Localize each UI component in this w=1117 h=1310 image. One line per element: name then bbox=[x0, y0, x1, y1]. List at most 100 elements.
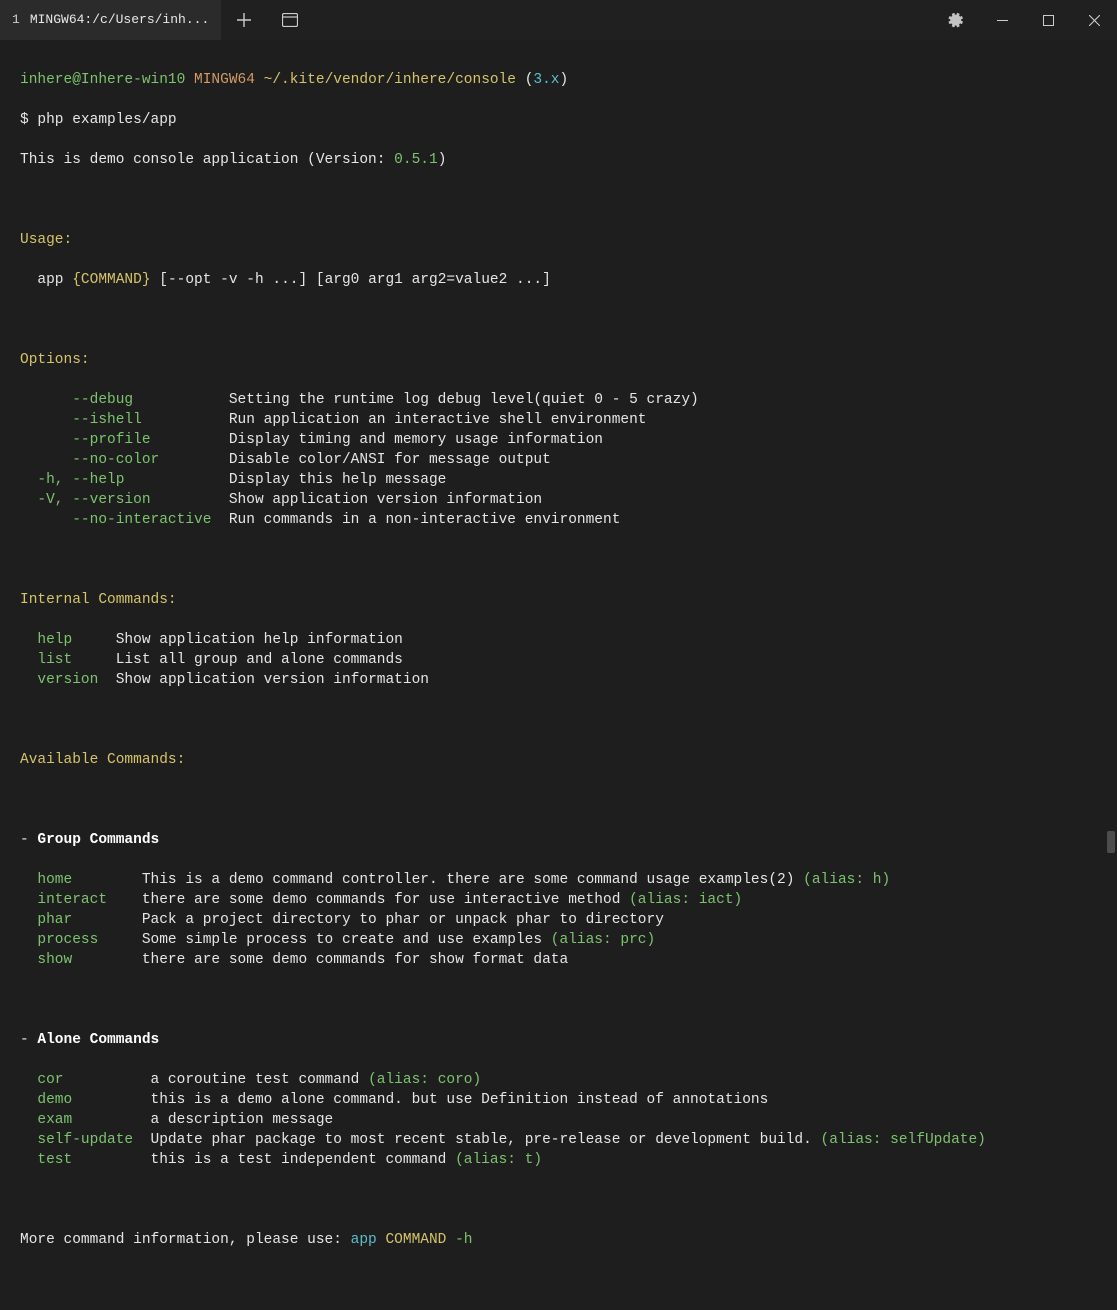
tab-dropdown-button[interactable] bbox=[267, 0, 313, 40]
command-desc: this is a test independent command bbox=[133, 1152, 455, 1168]
blank bbox=[20, 1190, 1097, 1210]
list-item: exam a description message bbox=[20, 1110, 1097, 1130]
command-name: process bbox=[20, 932, 124, 948]
command-name: self-update bbox=[20, 1132, 133, 1148]
available-header: Available Commands: bbox=[20, 750, 1097, 770]
panes-icon bbox=[282, 13, 298, 27]
tab-active[interactable]: 1 MINGW64:/c/Users/inh... bbox=[0, 0, 221, 40]
group-commands-header: - - Group CommandsGroup Commands bbox=[20, 830, 1097, 850]
command-name: --ishell bbox=[20, 412, 211, 428]
list-item: home This is a demo command controller. … bbox=[20, 870, 1097, 890]
command-desc: Run application an interactive shell env… bbox=[211, 412, 646, 428]
list-item: cor a coroutine test command (alias: cor… bbox=[20, 1070, 1097, 1090]
entered-command: php examples/app bbox=[37, 112, 176, 128]
internal-list: help Show application help information l… bbox=[20, 630, 1097, 690]
list-item: phar Pack a project directory to phar or… bbox=[20, 910, 1097, 930]
settings-button[interactable] bbox=[933, 0, 979, 40]
command-desc: a coroutine test command bbox=[133, 1072, 368, 1088]
command-desc: This is a demo command controller. there… bbox=[124, 872, 803, 888]
command-name: --profile bbox=[20, 432, 211, 448]
list-item: --profile Display timing and memory usag… bbox=[20, 430, 1097, 450]
command-alias: (alias: selfUpdate) bbox=[821, 1132, 986, 1148]
command-alias: (alias: t) bbox=[455, 1152, 542, 1168]
options-list: --debug Setting the runtime log debug le… bbox=[20, 390, 1097, 530]
gear-icon bbox=[948, 12, 964, 28]
prompt-env: MINGW64 bbox=[194, 72, 255, 88]
maximize-button[interactable] bbox=[1025, 0, 1071, 40]
command-name: show bbox=[20, 952, 124, 968]
tab-title: MINGW64:/c/Users/inh... bbox=[30, 10, 209, 30]
list-item: show there are some demo commands for sh… bbox=[20, 950, 1097, 970]
scrollbar-thumb[interactable] bbox=[1107, 831, 1115, 853]
command-desc: Pack a project directory to phar or unpa… bbox=[124, 912, 664, 928]
list-item: interact there are some demo commands fo… bbox=[20, 890, 1097, 910]
command-name: -V, --version bbox=[20, 492, 211, 508]
prompt-user: inhere@Inhere-win10 bbox=[20, 72, 185, 88]
group-commands-title2: Group Commands bbox=[37, 832, 159, 848]
command-desc: Display this help message bbox=[211, 472, 446, 488]
app-desc-prefix: This is demo console application (Versio… bbox=[20, 152, 394, 168]
app-description: This is demo console application (Versio… bbox=[20, 150, 1097, 170]
window-controls bbox=[979, 0, 1117, 40]
command-name: exam bbox=[20, 1112, 133, 1128]
command-name: --no-interactive bbox=[20, 512, 211, 528]
blank bbox=[20, 190, 1097, 210]
options-header: Options: bbox=[20, 350, 1097, 370]
list-item: --ishell Run application an interactive … bbox=[20, 410, 1097, 430]
more-info-prefix: More command information, please use: bbox=[20, 1232, 351, 1248]
blank bbox=[20, 710, 1097, 730]
close-icon bbox=[1089, 15, 1100, 26]
command-desc: Setting the runtime log debug level(quie… bbox=[211, 392, 698, 408]
blank bbox=[20, 990, 1097, 1010]
usage-header: Usage: bbox=[20, 230, 1097, 250]
list-item: --debug Setting the runtime log debug le… bbox=[20, 390, 1097, 410]
command-name: version bbox=[20, 672, 98, 688]
app-desc-suffix: ) bbox=[438, 152, 447, 168]
internal-header: Internal Commands: bbox=[20, 590, 1097, 610]
list-item: -h, --help Display this help message bbox=[20, 470, 1097, 490]
list-item: demo this is a demo alone command. but u… bbox=[20, 1090, 1097, 1110]
command-name: list bbox=[20, 652, 98, 668]
list-item: list List all group and alone commands bbox=[20, 650, 1097, 670]
terminal-area[interactable]: inhere@Inhere-win10 MINGW64 ~/.kite/vend… bbox=[0, 40, 1117, 865]
prompt-path: ~/.kite/vendor/inhere/console bbox=[264, 72, 516, 88]
list-item: self-update Update phar package to most … bbox=[20, 1130, 1097, 1150]
command-desc: Run commands in a non-interactive enviro… bbox=[211, 512, 620, 528]
command-desc: this is a demo alone command. but use De… bbox=[133, 1092, 768, 1108]
blank bbox=[20, 790, 1097, 810]
command-alias: (alias: h) bbox=[803, 872, 890, 888]
command-name: interact bbox=[20, 892, 124, 908]
minimize-button[interactable] bbox=[979, 0, 1025, 40]
list-item: test this is a test independent command … bbox=[20, 1150, 1097, 1170]
command-desc: Show application help information bbox=[98, 632, 403, 648]
prompt-branch: 3.x bbox=[533, 72, 559, 88]
command-desc: Some simple process to create and use ex… bbox=[124, 932, 550, 948]
usage-line: app {COMMAND} [--opt -v -h ...] [arg0 ar… bbox=[20, 270, 1097, 290]
usage-command-token: {COMMAND} bbox=[72, 272, 150, 288]
usage-prefix: app bbox=[20, 272, 72, 288]
list-item: process Some simple process to create an… bbox=[20, 930, 1097, 950]
bullet: - bbox=[20, 832, 37, 848]
close-button[interactable] bbox=[1071, 0, 1117, 40]
command-name: demo bbox=[20, 1092, 133, 1108]
list-item: --no-interactive Run commands in a non-i… bbox=[20, 510, 1097, 530]
command-alias: (alias: prc) bbox=[551, 932, 655, 948]
command-desc: a description message bbox=[133, 1112, 333, 1128]
command-desc: there are some demo commands for show fo… bbox=[124, 952, 568, 968]
prompt-line: inhere@Inhere-win10 MINGW64 ~/.kite/vend… bbox=[20, 70, 1097, 90]
command-name: cor bbox=[20, 1072, 133, 1088]
blank bbox=[20, 550, 1097, 570]
alone-commands-header: - Alone Commands bbox=[20, 1030, 1097, 1050]
tab-index: 1 bbox=[12, 10, 20, 30]
command-desc: there are some demo commands for use int… bbox=[124, 892, 629, 908]
new-tab-button[interactable] bbox=[221, 0, 267, 40]
more-info-app: app bbox=[351, 1232, 377, 1248]
command-desc: Show application version information bbox=[98, 672, 429, 688]
command-alias: (alias: coro) bbox=[368, 1072, 481, 1088]
command-desc: Show application version information bbox=[211, 492, 542, 508]
command-name: phar bbox=[20, 912, 124, 928]
more-info-cmd: COMMAND bbox=[385, 1232, 446, 1248]
command-name: --no-color bbox=[20, 452, 211, 468]
list-item: --no-color Disable color/ANSI for messag… bbox=[20, 450, 1097, 470]
title-bar: 1 MINGW64:/c/Users/inh... bbox=[0, 0, 1117, 40]
